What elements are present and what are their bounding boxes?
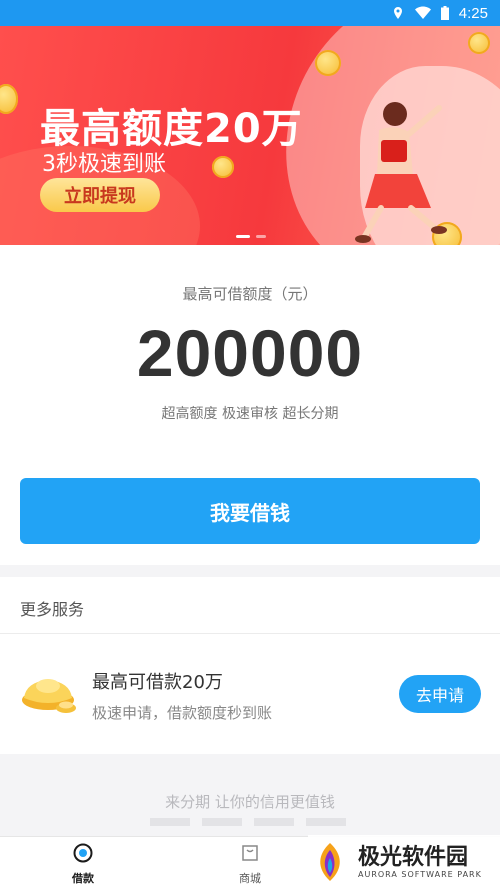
credit-limit-label: 最高可借额度（元） bbox=[182, 285, 318, 303]
tab-label: 商城 bbox=[239, 872, 261, 885]
tab-loan[interactable]: 借款 bbox=[43, 843, 123, 886]
withdraw-now-button[interactable]: 立即提现 bbox=[40, 178, 160, 212]
promo-text: 来分期 让你的信用更值钱 bbox=[165, 793, 335, 811]
promo-footer: 来分期 让你的信用更值钱 bbox=[0, 766, 500, 836]
battery-icon bbox=[440, 6, 449, 20]
pagination-dot bbox=[256, 235, 266, 238]
pagination-dot bbox=[236, 235, 250, 238]
banner-pagination bbox=[236, 235, 266, 238]
status-time: 4:25 bbox=[458, 4, 488, 22]
status-bar: 4:25 bbox=[0, 0, 500, 26]
watermark-name: 极光软件园 bbox=[358, 844, 469, 870]
coin-icon bbox=[0, 84, 18, 114]
apply-button[interactable]: 去申请 bbox=[399, 675, 481, 713]
wifi-icon bbox=[414, 6, 431, 19]
location-icon bbox=[393, 7, 402, 19]
woman-illustration bbox=[355, 102, 447, 243]
promo-banner[interactable]: 最高额度20万 3秒极速到账 立即提现 bbox=[0, 26, 500, 245]
tab-label: 借款 bbox=[72, 872, 94, 885]
coin-icon bbox=[468, 32, 490, 54]
coin-icon bbox=[212, 156, 234, 178]
tab-shop[interactable]: 商城 bbox=[210, 843, 290, 886]
borrow-button[interactable]: 我要借钱 bbox=[20, 478, 480, 544]
service-title: 最高可借款20万 bbox=[92, 672, 223, 693]
credit-limit-value: 200000 bbox=[136, 316, 364, 390]
aurora-logo-icon bbox=[320, 843, 340, 881]
services-header: 更多服务 bbox=[0, 577, 500, 634]
credit-limit-card: 最高可借额度（元） 200000 超高额度 极速审核 超长分期 我要借钱 bbox=[0, 245, 500, 565]
banner-subtitle: 3秒极速到账 bbox=[42, 152, 166, 177]
services-title: 更多服务 bbox=[20, 600, 85, 619]
shop-icon bbox=[242, 845, 258, 861]
watermark: 极光软件园 AURORA SOFTWARE PARK bbox=[308, 835, 500, 889]
service-description: 极速申请，借款额度秒到账 bbox=[92, 704, 273, 722]
loan-icon bbox=[73, 843, 93, 863]
credit-limit-tags: 超高额度 极速审核 超长分期 bbox=[161, 406, 339, 422]
watermark-subtitle: AURORA SOFTWARE PARK bbox=[358, 869, 482, 879]
gold-ingot-icon bbox=[22, 679, 76, 713]
coin-icon bbox=[315, 50, 341, 76]
service-item[interactable]: 最高可借款20万 极速申请，借款额度秒到账 去申请 bbox=[0, 634, 500, 754]
